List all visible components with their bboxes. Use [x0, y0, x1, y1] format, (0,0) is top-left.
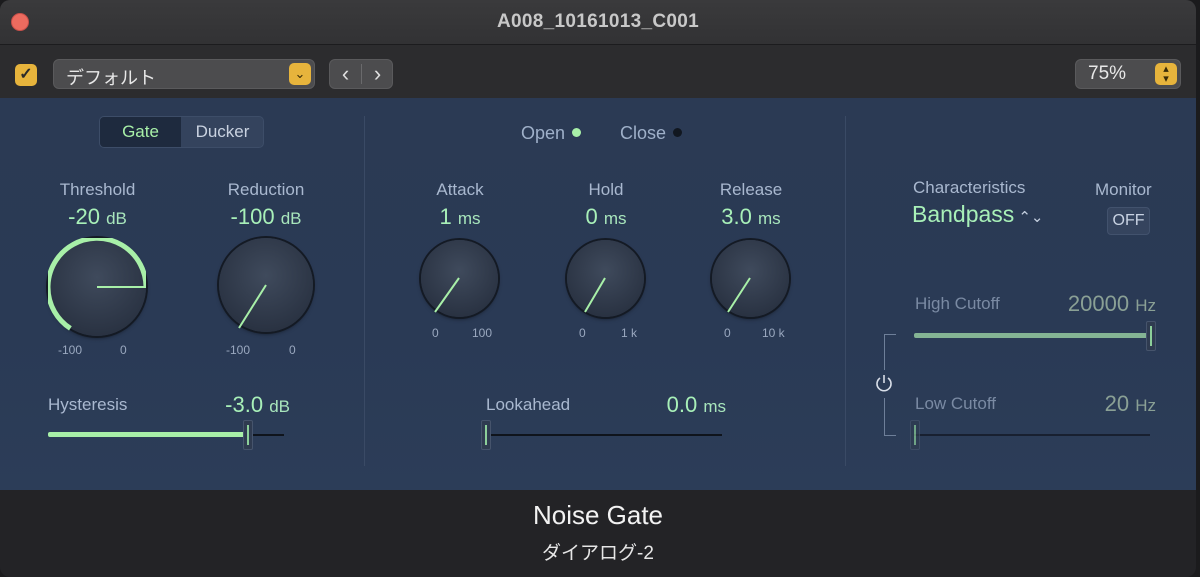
up-down-chevron-icon: ⌃⌄ [1018, 209, 1044, 226]
attack-value[interactable]: 1 ms [410, 204, 510, 230]
mode-segmented-control: Gate Ducker [99, 116, 264, 148]
release-pointer [727, 277, 751, 313]
preset-label: デフォルト [66, 68, 156, 88]
hold-max: 1 k [621, 326, 638, 340]
power-icon [876, 375, 892, 392]
hold-knob[interactable] [567, 240, 644, 317]
reduction-value[interactable]: -100 dB [210, 204, 322, 230]
hold-pointer [584, 277, 606, 313]
chevron-down-icon: ⌄ [289, 63, 311, 85]
attack-label: Attack [436, 180, 484, 199]
lookahead-value[interactable]: 0.0 ms [620, 392, 726, 418]
plugin-enable-checkbox[interactable]: ✓ [15, 64, 37, 86]
close-indicator: Close [620, 123, 683, 144]
ducker-mode-button[interactable]: Ducker [182, 117, 263, 147]
hysteresis-slider-handle[interactable] [243, 420, 253, 450]
previous-preset-button[interactable]: ‹ [330, 60, 361, 88]
high-cutoff-label: High Cutoff [915, 294, 1000, 313]
footer: Noise Gate ダイアログ-2 [0, 490, 1196, 577]
low-cutoff-label: Low Cutoff [915, 394, 996, 413]
hysteresis-value[interactable]: -3.0 dB [190, 392, 290, 418]
section-divider [845, 116, 846, 466]
plugin-name: Noise Gate [532, 500, 664, 530]
hysteresis-label: Hysteresis [48, 395, 128, 414]
release-label: Release [719, 180, 783, 199]
open-indicator: Open [521, 123, 582, 144]
threshold-min: -100 [58, 343, 83, 357]
threshold-value[interactable]: -20 dB [40, 204, 155, 230]
release-value[interactable]: 3.0 ms [700, 204, 802, 230]
high-cutoff-value[interactable]: 20000 Hz [1020, 291, 1156, 317]
hold-label: Hold [588, 180, 624, 199]
reduction-label: Reduction [227, 180, 305, 199]
attack-knob[interactable] [421, 240, 498, 317]
threshold-arc [48, 238, 146, 331]
monitor-label: Monitor [1095, 180, 1152, 199]
release-min: 0 [724, 326, 731, 340]
high-cutoff-slider-fill [914, 333, 1150, 338]
attack-min: 0 [432, 326, 439, 340]
monitor-toggle-button[interactable]: OFF [1107, 207, 1150, 235]
cutoff-link-line [884, 334, 885, 370]
chevron-left-icon: ‹ [341, 61, 350, 86]
open-led-icon [572, 128, 582, 137]
low-cutoff-slider-track[interactable] [914, 434, 1150, 436]
title-bar[interactable]: A008_10161013_C001 [0, 0, 1196, 45]
low-cutoff-slider-handle[interactable] [910, 420, 920, 450]
noise-gate-panel: Gate Ducker Threshold -20 dB -100 0 Redu… [0, 98, 1196, 490]
threshold-max: 0 [120, 343, 127, 357]
characteristics-label: Characteristics [913, 178, 1026, 197]
low-cutoff-value[interactable]: 20 Hz [1020, 391, 1156, 417]
attack-pointer [434, 277, 460, 313]
up-down-chevron-icon: ▴ ▾ [1155, 63, 1177, 85]
checkmark-icon: ✓ [19, 66, 33, 83]
section-divider [364, 116, 365, 466]
next-preset-button[interactable]: › [362, 60, 393, 88]
lookahead-slider-handle[interactable] [481, 420, 491, 450]
preset-menu[interactable]: デフォルト ⌄ [53, 59, 315, 89]
hold-value[interactable]: 0 ms [556, 204, 656, 230]
cutoff-link-line [884, 398, 885, 435]
reduction-min: -100 [226, 343, 251, 357]
chevron-right-icon: › [373, 61, 382, 86]
track-name: ダイアログ-2 [542, 543, 654, 564]
preset-navigation: ‹ › [329, 59, 393, 89]
characteristics-menu[interactable]: Bandpass ⌃⌄ [912, 201, 1043, 228]
hysteresis-slider-fill [48, 432, 248, 437]
cutoff-link-line [884, 334, 896, 335]
lookahead-label: Lookahead [486, 395, 571, 414]
zoom-menu[interactable]: 75% ▴ ▾ [1075, 59, 1181, 89]
reduction-max: 0 [289, 343, 296, 357]
high-cutoff-slider-handle[interactable] [1146, 321, 1156, 351]
release-knob[interactable] [712, 240, 789, 317]
zoom-label: 75% [1088, 63, 1127, 84]
release-max: 10 k [762, 326, 785, 340]
close-led-icon [673, 128, 683, 137]
threshold-knob[interactable] [48, 238, 146, 336]
plugin-window: A008_10161013_C001 ✓ デフォルト ⌄ ‹ › 75% ▴ ▾ … [0, 0, 1196, 577]
gate-mode-button[interactable]: Gate [100, 117, 181, 147]
reduction-pointer [238, 284, 267, 329]
hold-min: 0 [579, 326, 586, 340]
attack-max: 100 [472, 326, 493, 340]
cutoff-link-power-button[interactable] [873, 372, 895, 394]
lookahead-slider-track[interactable] [486, 434, 722, 436]
window-title: A008_10161013_C001 [497, 11, 699, 32]
cutoff-link-line [884, 435, 896, 436]
threshold-label: Threshold [59, 180, 136, 199]
reduction-knob[interactable] [219, 238, 313, 332]
